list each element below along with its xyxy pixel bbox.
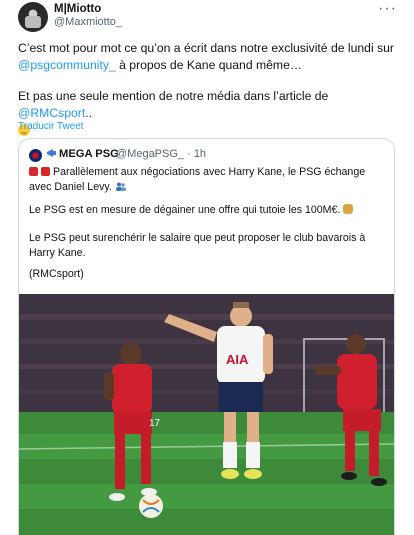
svg-text:17: 17: [149, 418, 161, 429]
quote-handle-time: @MegaPSG_ · 1h: [116, 148, 206, 160]
avatar[interactable]: [18, 2, 48, 32]
tweet: M|Miotto @Maxmiotto_ ··· C’est mot pour …: [0, 0, 414, 535]
handle[interactable]: @Maxmiotto_: [54, 16, 122, 28]
photo-illustration: 17 AIA: [19, 294, 394, 535]
alarm-icon: [29, 167, 38, 176]
quote-handle[interactable]: @MegaPSG_: [116, 148, 184, 160]
alarm-icon: [41, 167, 50, 176]
quote-text-2: Le PSG est en mesure de dégainer une off…: [29, 204, 341, 216]
tweet-text-part1: C’est mot pour mot ce qu’on a écrit dans…: [18, 41, 394, 55]
quote-paragraph-4: (RMCsport): [29, 268, 84, 280]
quote-text-1: Parallèlement aux négociations avec Harr…: [29, 166, 366, 193]
mention-rmcsport[interactable]: @RMCsport: [18, 106, 85, 120]
megaphone-icon: [46, 148, 58, 161]
tweet-text-part3: Et pas une seule mention de notre média …: [18, 89, 329, 103]
tweet-text-part4: ..: [85, 106, 93, 120]
quote-avatar[interactable]: [29, 149, 42, 162]
quote-paragraph-1: Parallèlement aux négociations avec Harr…: [29, 165, 389, 195]
quote-paragraph-3: Le PSG peut surenchérir le salaire que p…: [29, 232, 366, 259]
quote-time: · 1h: [187, 148, 207, 160]
more-icon[interactable]: ···: [378, 0, 397, 18]
ball: [139, 494, 163, 518]
translate-link[interactable]: Traducir Tweet: [18, 121, 84, 132]
tweet-text: C’est mot pour mot ce qu’on a écrit dans…: [18, 40, 394, 74]
tweet-text-part2: à propos de Kane quand même…: [115, 58, 303, 72]
quote-paragraph-2: Le PSG est en mesure de dégainer une off…: [29, 203, 389, 218]
football-photo[interactable]: 17 AIA: [19, 294, 394, 535]
quoted-tweet[interactable]: MEGA PSG @MegaPSG_ · 1h Parallèlement au…: [18, 138, 395, 535]
display-name[interactable]: M|Miotto: [54, 3, 101, 15]
mention-psgcommunity[interactable]: @psgcommunity_: [18, 58, 116, 72]
money-bag-icon: [343, 204, 354, 214]
people-icon: [115, 181, 126, 191]
svg-text:AIA: AIA: [226, 352, 249, 367]
quote-display-name[interactable]: MEGA PSG: [59, 148, 119, 160]
